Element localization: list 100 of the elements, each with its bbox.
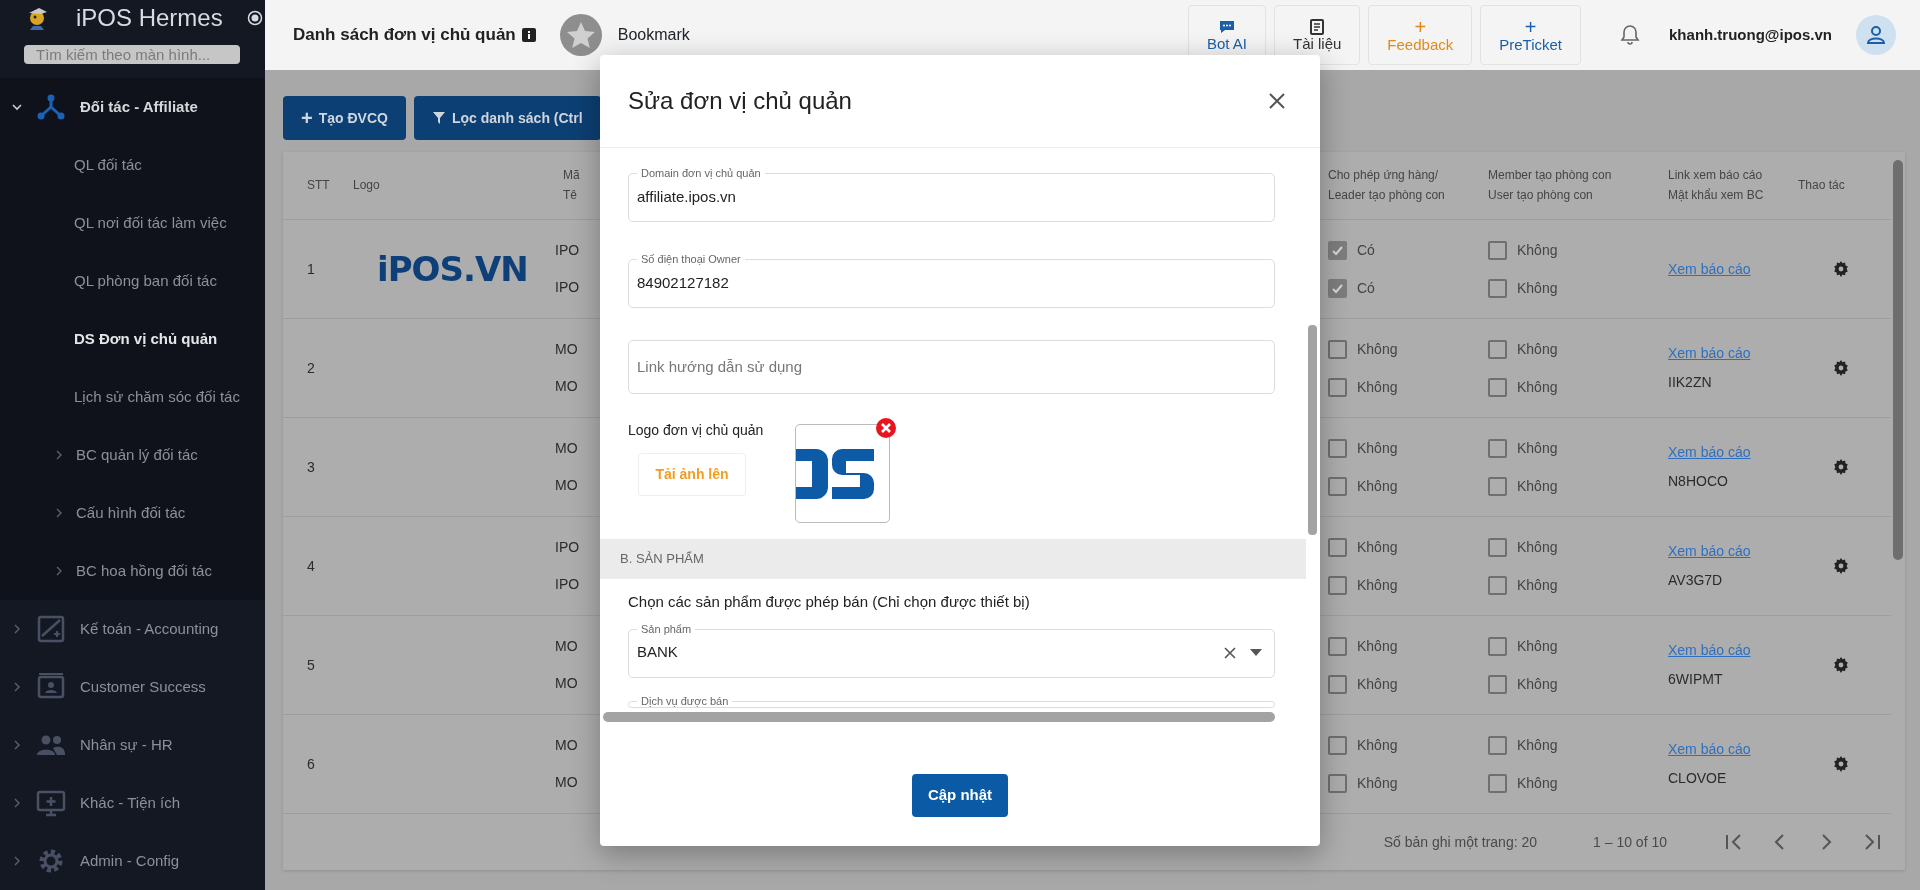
filter-button[interactable]: Lọc danh sách (Ctrl (413, 96, 601, 140)
checkbox[interactable] (1488, 476, 1507, 496)
bell-icon[interactable] (1619, 24, 1642, 46)
monitor-plus-icon (36, 788, 66, 818)
settings-icon[interactable] (1832, 459, 1849, 475)
checkbox-label: Không (1357, 674, 1398, 694)
checkbox-label: Không (1357, 339, 1398, 359)
input-field[interactable]: Domain đơn vị chủ quản affiliate.ipos.vn (628, 168, 1275, 222)
table-cell-text: IPO (555, 241, 580, 260)
settings-icon[interactable] (1832, 657, 1849, 673)
nav-item[interactable]: Lịch sử chăm sóc đối tác (0, 368, 265, 426)
page-title: Danh sách đơn vị chủ quản (293, 24, 516, 47)
column-header: Thao tác (1798, 176, 1845, 194)
checkbox[interactable] (1328, 773, 1347, 793)
nav-item[interactable]: QL nơi đối tác làm việc (0, 194, 265, 252)
column-header: Leader tạo phòng con (1328, 186, 1445, 204)
clear-icon[interactable] (1224, 646, 1236, 659)
checkbox[interactable] (1488, 377, 1507, 397)
checkbox-label: Không (1517, 476, 1558, 496)
products-prompt: Chọn các sản phẩm được phép bán (Chỉ chọn được thiết bị) (628, 592, 1031, 612)
caret-icon[interactable] (1250, 648, 1262, 657)
table-cell-text: IPO (555, 575, 580, 594)
update-button[interactable]: Cập nhật (912, 774, 1008, 817)
checkbox-label: Không (1517, 575, 1558, 595)
nav-item[interactable]: QL phòng ban đối tác (0, 252, 265, 310)
settings-icon[interactable] (1832, 756, 1849, 772)
column-header: User tạo phòng con (1488, 186, 1593, 204)
table-cell-text: 5 (307, 655, 315, 675)
checkbox[interactable] (1488, 674, 1507, 694)
checkbox[interactable] (1488, 278, 1507, 298)
column-header: Mã (563, 167, 580, 185)
scrollbar[interactable] (1893, 160, 1903, 560)
checkbox-label: Không (1517, 339, 1558, 359)
nav-group-item[interactable]: Kế toán - Accounting (0, 600, 265, 658)
checkbox[interactable] (1328, 537, 1347, 557)
nav-item[interactable]: QL đối tác (0, 136, 265, 194)
text-input[interactable]: affiliate.ipos.vn (637, 185, 1266, 209)
nav-group-item[interactable]: Nhân sự - HR (0, 716, 265, 774)
settings-icon[interactable] (1832, 261, 1849, 277)
radio-icon[interactable] (246, 10, 263, 27)
network-icon (36, 92, 66, 122)
checkbox[interactable] (1488, 636, 1507, 656)
nav-group-item[interactable]: Khác - Tiện ích (0, 774, 265, 832)
text-input[interactable]: Link hướng dẫn sử dụng (637, 355, 1266, 379)
checkbox[interactable] (1328, 240, 1347, 260)
table-cell-text: 3 (307, 457, 315, 477)
checkbox[interactable] (1328, 476, 1347, 496)
table-cell-text: AV3G7D (1668, 571, 1723, 590)
settings-icon[interactable] (1832, 558, 1849, 574)
scrollbar[interactable] (1308, 325, 1317, 535)
user-email[interactable]: khanh.truong@ipos.vn (1669, 23, 1832, 47)
header-action-button[interactable]: + PreTicket (1480, 5, 1582, 65)
checkbox-label: Không (1357, 377, 1398, 397)
checkbox[interactable] (1488, 438, 1507, 458)
close-icon[interactable] (1268, 92, 1286, 110)
nav-group-item[interactable]: Admin - Config (0, 832, 265, 890)
column-header: Member tạo phòng con (1488, 167, 1612, 185)
checkbox[interactable] (1328, 674, 1347, 694)
nav-group-item[interactable]: Customer Success (0, 658, 265, 716)
checkbox[interactable] (1328, 575, 1347, 595)
info-icon[interactable] (521, 28, 536, 42)
table-cell-text: MO (555, 476, 578, 495)
checkbox-label: Không (1517, 240, 1558, 260)
column-header: Logo (353, 176, 380, 194)
checkbox-label: Không (1517, 674, 1558, 694)
nav-item[interactable]: BC hoa hồng đối tác (0, 542, 265, 600)
settings-icon[interactable] (1832, 360, 1849, 376)
checkbox[interactable] (1488, 735, 1507, 755)
header-action-button[interactable]: Tài liệu (1274, 5, 1361, 65)
checkbox[interactable] (1328, 735, 1347, 755)
checkbox[interactable] (1488, 339, 1507, 359)
product-select[interactable]: Sản phẩm BANK (628, 623, 1275, 678)
nav-item[interactable]: DS Đơn vị chủ quản (0, 310, 265, 368)
checkbox[interactable] (1488, 240, 1507, 260)
checkbox-label: Không (1517, 377, 1558, 397)
checkbox[interactable] (1328, 278, 1347, 298)
bookmark-label[interactable]: Bookmark (617, 23, 690, 47)
remove-icon[interactable] (875, 417, 897, 439)
checkbox[interactable] (1488, 575, 1507, 595)
create-button[interactable]: + Tạo ĐVCQ (283, 96, 406, 140)
checkbox[interactable] (1488, 537, 1507, 557)
checkbox-label: Không (1357, 438, 1398, 458)
checkbox[interactable] (1328, 339, 1347, 359)
checkbox[interactable] (1328, 636, 1347, 656)
input-field[interactable]: Link hướng dẫn sử dụng (628, 340, 1275, 394)
search-field[interactable]: Tìm kiếm theo màn hình... (24, 45, 240, 64)
table-cell-text: 6WIPMT (1668, 670, 1723, 689)
text-input[interactable]: 84902127182 (637, 271, 1266, 295)
checkbox[interactable] (1328, 438, 1347, 458)
checkbox[interactable] (1328, 377, 1347, 397)
scrollbar[interactable] (603, 712, 1275, 722)
nav-item[interactable]: BC quản lý đối tác (0, 426, 265, 484)
nav-group-item[interactable]: Đối tác - Affiliate (0, 78, 265, 136)
table-cell-text: IPO (555, 538, 580, 557)
input-field[interactable]: Số điện thoại Owner 84902127182 (628, 254, 1275, 308)
nav-item[interactable]: Cấu hình đối tác (0, 484, 265, 542)
table-cell-text: IIK2ZN (1668, 373, 1712, 392)
user-avatar[interactable] (1856, 15, 1896, 55)
checkbox[interactable] (1488, 773, 1507, 793)
table-cell-text: N8HOCO (1668, 472, 1728, 491)
